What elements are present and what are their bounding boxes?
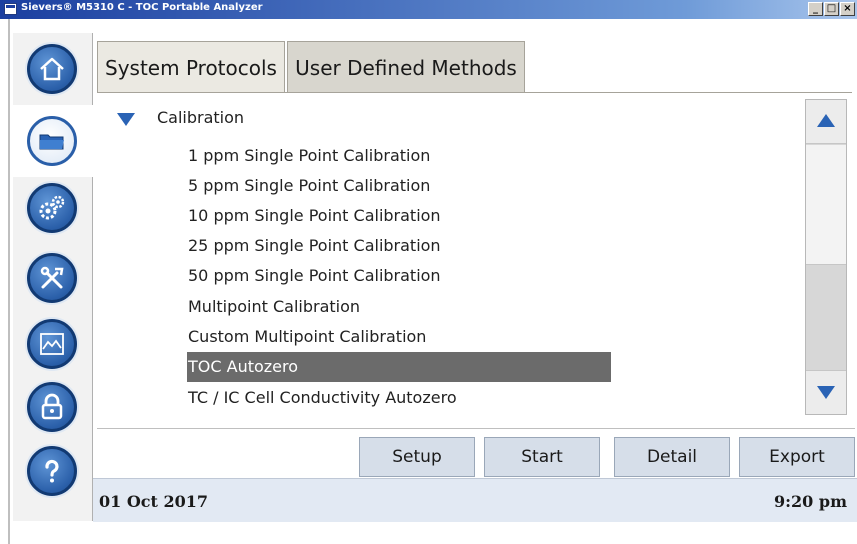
tools-icon — [40, 266, 64, 289]
home-button[interactable] — [27, 44, 77, 94]
status-time: 9:20 pm — [774, 492, 847, 511]
vertical-scrollbar[interactable] — [805, 99, 847, 415]
window-frame — [8, 19, 10, 544]
help-icon — [45, 459, 59, 483]
action-bar: Setup Start Detail Export — [97, 428, 855, 478]
list-item[interactable]: Custom Multipoint Calibration — [187, 322, 611, 352]
scroll-down-button[interactable] — [806, 370, 846, 414]
export-button[interactable]: Export — [739, 437, 855, 477]
minimize-button[interactable]: _ — [808, 2, 823, 16]
detail-button[interactable]: Detail — [614, 437, 730, 477]
list-item-selected[interactable]: TOC Autozero — [187, 352, 611, 382]
lock-icon — [41, 393, 63, 420]
list-item[interactable]: 10 ppm Single Point Calibration — [187, 201, 611, 231]
chart-icon — [40, 333, 64, 355]
protocols-button-ring — [27, 116, 77, 166]
data-button[interactable] — [27, 319, 77, 369]
title-bar: Sievers® M5310 C - TOC Portable Analyzer… — [0, 0, 857, 19]
app-icon — [4, 3, 17, 15]
scroll-up-button[interactable] — [806, 100, 846, 144]
list-item[interactable]: 25 ppm Single Point Calibration — [187, 231, 611, 261]
list-item[interactable]: 50 ppm Single Point Calibration — [187, 261, 611, 291]
list-item[interactable]: 5 ppm Single Point Calibration — [187, 171, 611, 201]
tab-user-defined-methods[interactable]: User Defined Methods — [287, 41, 525, 93]
status-bar: 01 Oct 2017 9:20 pm — [93, 478, 857, 522]
protocols-button[interactable] — [13, 105, 93, 177]
help-button[interactable] — [27, 446, 77, 496]
status-date: 01 Oct 2017 — [99, 492, 209, 511]
list-item[interactable]: TC / IC Cell Conductivity Autozero — [187, 383, 611, 413]
settings-button[interactable] — [27, 183, 77, 233]
tools-button[interactable] — [27, 253, 77, 303]
maximize-button[interactable]: □ — [824, 2, 839, 16]
security-button[interactable] — [27, 382, 77, 432]
window-title: Sievers® M5310 C - TOC Portable Analyzer — [21, 2, 263, 13]
scroll-thumb[interactable] — [806, 145, 846, 265]
expand-triangle-icon[interactable] — [117, 113, 135, 126]
close-button[interactable]: × — [840, 2, 855, 16]
sidebar — [13, 33, 93, 521]
home-icon — [40, 57, 64, 81]
gears-icon — [39, 195, 65, 220]
app-window: Sievers® M5310 C - TOC Portable Analyzer… — [0, 0, 857, 544]
start-button[interactable]: Start — [484, 437, 600, 477]
list-item[interactable]: 1 ppm Single Point Calibration — [187, 141, 611, 171]
folder-icon — [39, 134, 64, 150]
tab-system-protocols[interactable]: System Protocols — [97, 41, 285, 93]
group-label: Calibration — [157, 108, 245, 127]
list-item[interactable]: Multipoint Calibration — [187, 292, 611, 322]
protocol-list: Calibration 1 ppm Single Point Calibrati… — [97, 92, 852, 426]
setup-button[interactable]: Setup — [359, 437, 475, 477]
